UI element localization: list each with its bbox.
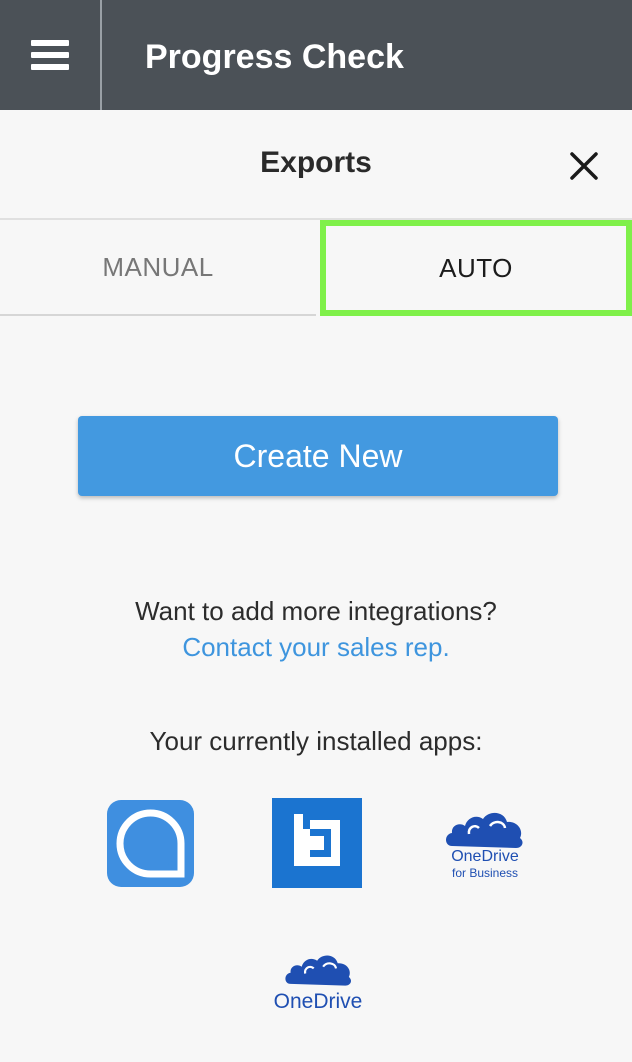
create-new-button[interactable]: Create New: [78, 416, 558, 496]
onedrive-app-icon[interactable]: [282, 942, 354, 988]
tab-manual[interactable]: MANUAL: [0, 220, 316, 316]
onedrive-business-sublabel: for Business: [451, 866, 519, 880]
hamburger-menu-icon: [31, 40, 69, 70]
installed-apps-label: Your currently installed apps:: [149, 726, 483, 756]
box-app-icon[interactable]: [272, 798, 362, 888]
close-icon[interactable]: [568, 150, 600, 182]
quip-app-icon[interactable]: [107, 800, 194, 887]
onedrive-business-app-icon[interactable]: [442, 798, 526, 850]
onedrive-business-label: OneDrive: [451, 848, 519, 865]
top-app-bar: Progress Check: [0, 0, 632, 110]
page-title: Exports: [260, 146, 372, 179]
exports-header: Exports: [0, 110, 632, 220]
integrations-prompt: Want to add more integrations?: [135, 596, 497, 626]
export-tabs: MANUAL AUTO: [0, 220, 632, 316]
onedrive-label: OneDrive: [273, 990, 363, 1013]
tab-auto[interactable]: AUTO: [320, 220, 632, 316]
app-title: Progress Check: [145, 38, 404, 76]
contact-sales-link[interactable]: Contact your sales rep.: [0, 632, 632, 663]
menu-button[interactable]: [0, 0, 102, 110]
